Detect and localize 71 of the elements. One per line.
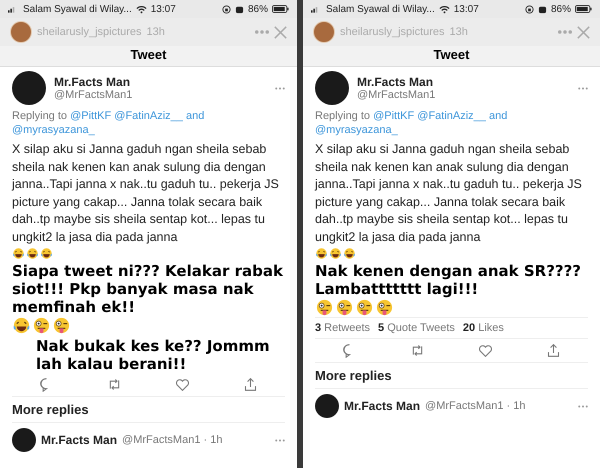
clock-text: 13:07 — [454, 4, 479, 14]
battery-text: 86% — [248, 4, 268, 14]
avatar[interactable] — [12, 428, 36, 452]
laughing-face-icon — [40, 247, 53, 260]
laughing-face-icon — [12, 247, 25, 260]
mention-link[interactable]: @FatinAziz__ — [417, 110, 486, 122]
avatar[interactable] — [12, 71, 46, 105]
more-icon[interactable] — [275, 438, 285, 442]
battery-icon — [575, 5, 592, 13]
caption-text: Nak bukak kes ke?? Jommm lah kalau berani!! — [36, 337, 271, 373]
profile-avatar[interactable] — [313, 21, 335, 43]
battery-text: 86% — [550, 4, 571, 14]
silly-face-icon — [375, 298, 394, 317]
author-name[interactable]: Mr.Facts Man — [41, 433, 118, 447]
silly-face-icon — [355, 298, 374, 317]
laughing-face-icon — [329, 247, 342, 260]
battery-icon — [272, 5, 289, 13]
carrier-text: Salam Syawal di Wilay... — [23, 4, 132, 14]
rotation-lock-icon — [222, 4, 231, 14]
more-icon[interactable] — [578, 86, 588, 90]
caption-text: Siapa tweet ni??? Kelakar rabak siot!!! Pkp banyak masa nak memfinah ek!! — [12, 262, 284, 316]
wifi-icon — [136, 4, 147, 14]
laughing-face-icon — [343, 247, 356, 260]
clock-text: 13:07 — [150, 4, 176, 14]
author-name[interactable]: Mr.Facts Man — [54, 75, 132, 89]
mention-link[interactable]: @myrasyazana_ — [12, 124, 95, 136]
silly-face-icon — [52, 316, 71, 335]
tweet-text: X silap aku si Janna gaduh ngan sheila sebab sheila nak kenen kan anak sulung dia dengan janna..Tapi janna x nak..tu gaduh tu.. pekerja JS picture yang cakap... Janna tolak secara baik dah..tp maybe sis sheila sentap kot... lepas tu ungkit2 la jasa dia pada janna — [315, 141, 583, 246]
avatar[interactable] — [315, 394, 339, 418]
author-handle[interactable]: @MrFactsMan1 — [54, 89, 132, 101]
share-icon[interactable] — [546, 343, 562, 358]
author-handle[interactable]: @MrFactsMan1 — [357, 89, 436, 101]
page-title: Tweet — [303, 46, 600, 67]
story-age: 13h — [450, 26, 468, 38]
silly-face-icon — [335, 298, 354, 317]
silly-face-icon — [32, 316, 51, 335]
mention-link[interactable]: @PittKF — [373, 110, 414, 122]
author-handle[interactable]: @MrFactsMan1 · 1h — [122, 434, 222, 446]
mention-link[interactable]: and — [186, 110, 204, 122]
share-icon[interactable] — [243, 377, 258, 392]
replying-to-text: Replying to @PittKF @FatinAziz__ and @myrasyazana_ — [315, 109, 508, 137]
wifi-icon — [438, 4, 450, 14]
rotation-lock-icon — [524, 4, 534, 14]
page-title: Tweet — [0, 46, 297, 67]
tweet-stat[interactable]: 5 Quote Tweets — [378, 322, 455, 334]
author-name[interactable]: Mr.Facts Man — [344, 399, 420, 413]
tweet-text: X silap aku si Janna gaduh ngan sheila sebab sheila nak kenen kan anak sulung dia dengan janna..Tapi janna x nak..tu gaduh tu.. pekerja JS picture yang cakap... Janna tolak secara baik dah..tp maybe sis sheila sentap kot... lepas tu ungkit2 la jasa dia pada janna — [12, 141, 280, 246]
laughing-face-icon — [315, 247, 328, 260]
heart-icon[interactable] — [175, 377, 190, 392]
silly-face-icon — [315, 298, 334, 317]
heart-icon[interactable] — [478, 343, 494, 358]
profile-avatar[interactable] — [10, 21, 32, 43]
laughing-face-icon — [12, 316, 31, 335]
author-handle[interactable]: @MrFactsMan1 · 1h — [425, 400, 526, 412]
mention-link[interactable]: and — [488, 110, 508, 122]
laughing-face-icon — [26, 247, 39, 260]
story-age: 13h — [146, 26, 165, 38]
tweet-stat[interactable]: 3 Retweets — [315, 322, 370, 334]
section-heading: More replies — [315, 363, 588, 389]
author-name[interactable]: Mr.Facts Man — [357, 75, 436, 89]
tweet-stat[interactable]: 20 Likes — [462, 322, 504, 334]
more-icon[interactable] — [275, 86, 285, 90]
caption-text: Nak kenen dengan anak SR???? Lambattttttt lagi!!! — [315, 262, 582, 298]
mention-link[interactable]: @myrasyazana_ — [315, 124, 398, 136]
avatar[interactable] — [315, 71, 349, 105]
mention-link[interactable]: @PittKF — [70, 110, 112, 122]
replying-to-text: Replying to @PittKF @FatinAziz__ and @myrasyazana_ — [12, 109, 206, 137]
more-icon[interactable] — [578, 404, 588, 408]
mention-link[interactable]: @FatinAziz__ — [114, 110, 183, 122]
carrier-text: Salam Syawal di Wilay... — [326, 4, 435, 14]
section-heading: More replies — [12, 397, 285, 423]
